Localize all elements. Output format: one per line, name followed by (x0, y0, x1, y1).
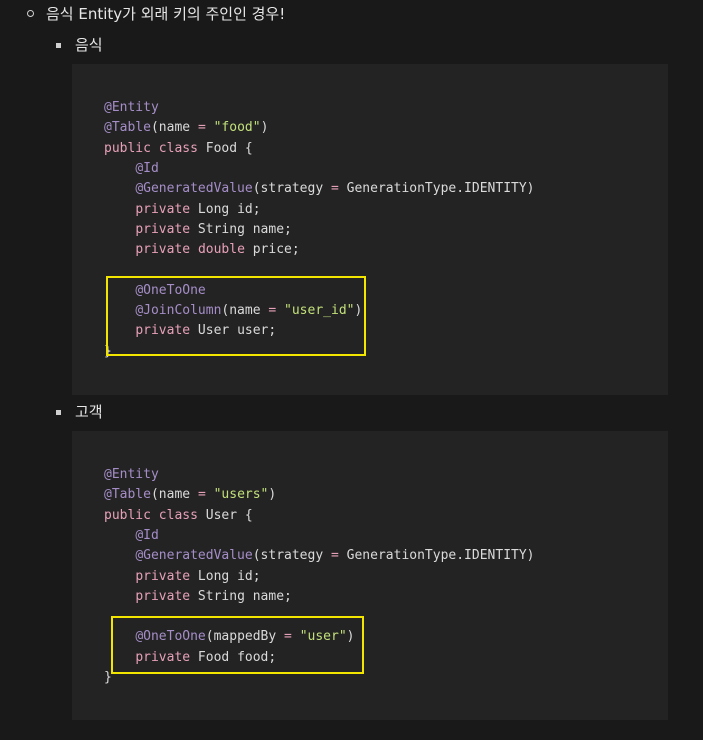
square-bullet-icon (56, 43, 61, 48)
code-line: @GeneratedValue(strategy = GenerationTyp… (135, 181, 535, 197)
code-line: @Table(name = "users") (104, 487, 277, 503)
code-line: public class Food { (104, 140, 253, 156)
code-line: @GeneratedValue(strategy = GenerationTyp… (135, 548, 535, 564)
code-line: private String name; (135, 221, 292, 237)
code-line: @Table(name = "food") (104, 120, 269, 136)
circle-bullet-icon (27, 10, 34, 17)
highlight-box-food (106, 276, 366, 356)
code-line: private Long id; (135, 201, 261, 217)
code-line: @Entity (104, 100, 159, 115)
section-label-user: 고객 (75, 403, 103, 421)
code-line: private Long id; (135, 568, 261, 584)
section-label-food: 음식 (75, 36, 103, 54)
heading-text: 음식 Entity가 외래 키의 주인인 경우! (46, 5, 286, 23)
code-line: public class User { (104, 507, 253, 523)
square-bullet-icon (56, 410, 61, 415)
code-line: @Entity (104, 467, 159, 482)
code-line: private double price; (135, 242, 300, 258)
code-line: @Id (135, 160, 159, 176)
code-line: private String name; (135, 588, 292, 604)
code-block-user[interactable]: @Entity @Table(name = "users") public clas… (72, 431, 668, 720)
code-block-food[interactable]: @Entity @Table(name = "food") public class… (72, 64, 668, 395)
code-line: @Id (135, 527, 159, 543)
notion-page: 음식 Entity가 외래 키의 주인인 경우! 음식 @Entity @Tabl… (0, 0, 703, 740)
highlight-box-user (111, 616, 364, 674)
